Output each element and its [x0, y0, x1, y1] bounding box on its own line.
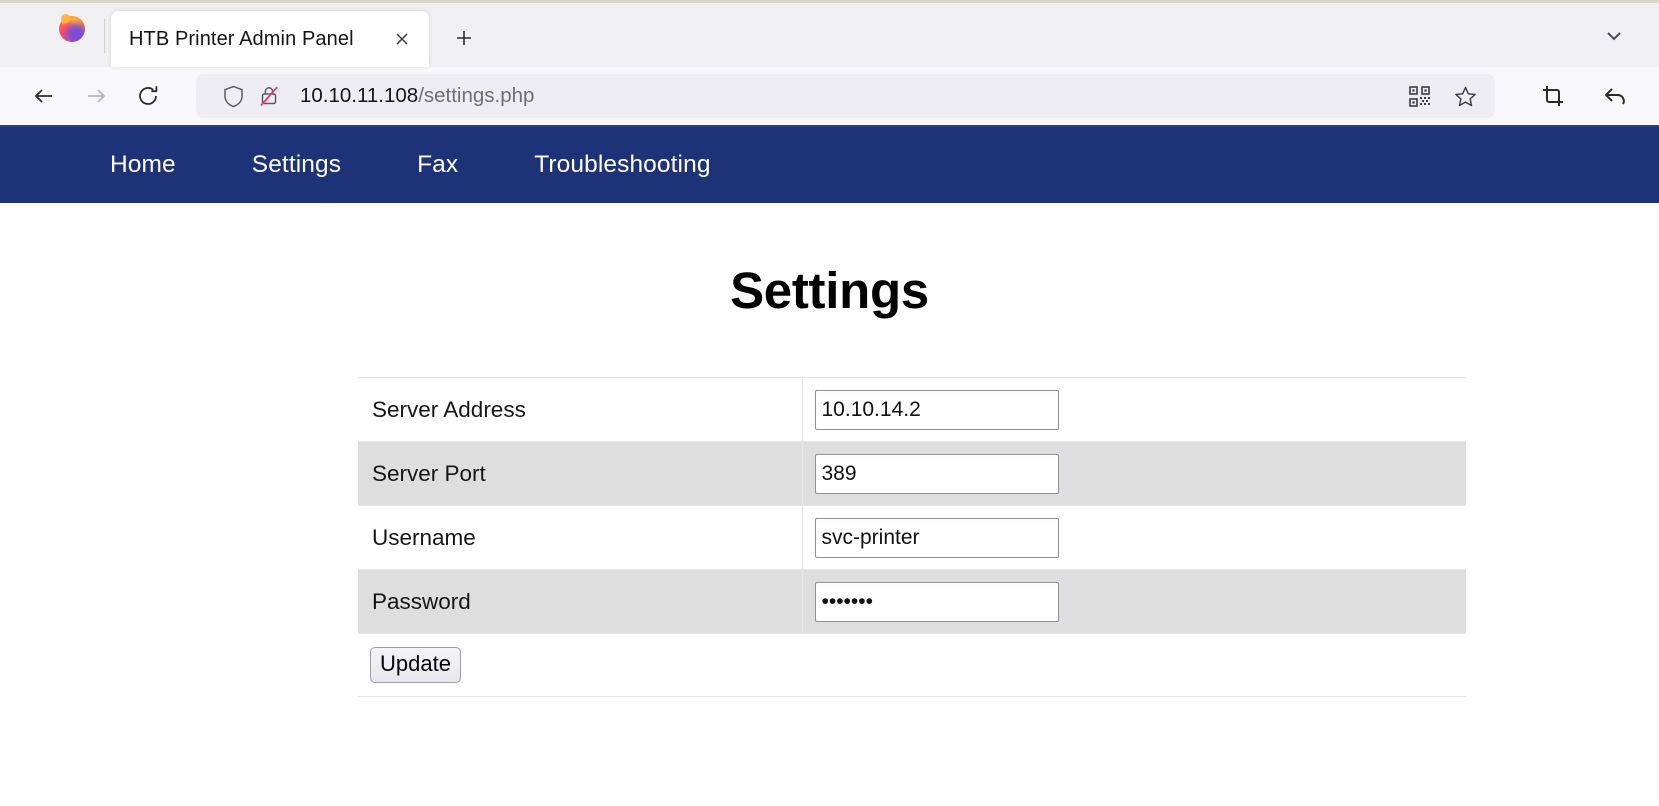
- new-tab-icon[interactable]: [443, 17, 485, 59]
- firefox-logo-icon: [40, 3, 104, 67]
- bookmark-star-icon[interactable]: [1445, 76, 1485, 116]
- table-row: Server Port: [358, 441, 1466, 506]
- nav-link-troubleshooting[interactable]: Troubleshooting: [534, 151, 710, 179]
- qr-code-icon[interactable]: [1399, 76, 1439, 116]
- server-address-input[interactable]: [814, 389, 1059, 430]
- page-title: Settings: [730, 262, 929, 319]
- password-input[interactable]: [814, 581, 1059, 622]
- back-icon[interactable]: [18, 73, 70, 119]
- update-button[interactable]: Update: [370, 647, 461, 683]
- row-label: Password: [358, 569, 803, 634]
- nav-link-home[interactable]: Home: [110, 151, 176, 179]
- insecure-connection-icon[interactable]: [252, 84, 286, 108]
- url-path: /settings.php: [418, 84, 535, 107]
- tabstrip-left-padding: [0, 3, 40, 67]
- chevron-down-icon[interactable]: [1591, 13, 1637, 59]
- forward-icon: [70, 73, 122, 119]
- undo-arrow-icon[interactable]: [1589, 73, 1641, 119]
- url-bar[interactable]: 10.10.11.108/settings.php: [196, 74, 1495, 118]
- tab-title: HTB Printer Admin Panel: [129, 27, 354, 50]
- page-content: Home Settings Fax Troubleshooting Settin…: [0, 127, 1659, 740]
- tab-strip: HTB Printer Admin Panel: [0, 0, 1659, 67]
- browser-window: HTB Printer Admin Panel 10.10.11.108/set…: [0, 0, 1659, 806]
- username-input[interactable]: [814, 517, 1059, 558]
- site-navigation: Home Settings Fax Troubleshooting: [0, 127, 1659, 203]
- close-icon[interactable]: [389, 26, 415, 52]
- row-field: [802, 377, 1466, 442]
- screenshot-crop-icon[interactable]: [1527, 73, 1579, 119]
- tab-separator: [104, 19, 105, 53]
- submit-cell: Update: [358, 633, 1466, 697]
- server-port-input[interactable]: [814, 453, 1059, 494]
- url-host: 10.10.11.108: [300, 84, 419, 107]
- reload-icon[interactable]: [122, 73, 174, 119]
- nav-link-fax[interactable]: Fax: [417, 151, 458, 179]
- browser-toolbar: 10.10.11.108/settings.php: [0, 67, 1659, 127]
- url-bar-icons: [1399, 76, 1485, 116]
- row-field: [802, 569, 1466, 634]
- table-row: Server Address: [358, 377, 1466, 442]
- table-row: Password: [358, 569, 1466, 634]
- row-label: Username: [358, 505, 803, 570]
- row-label: Server Address: [358, 377, 803, 442]
- row-label: Server Port: [358, 441, 803, 506]
- table-row-actions: Update: [358, 633, 1466, 697]
- settings-form-table: Server Address Server Port Username: [358, 377, 1466, 697]
- row-field: [802, 505, 1466, 570]
- table-row: Username: [358, 505, 1466, 570]
- row-field: [802, 441, 1466, 506]
- browser-tab[interactable]: HTB Printer Admin Panel: [111, 11, 429, 67]
- tracking-protection-shield-icon[interactable]: [218, 85, 248, 108]
- url-text: 10.10.11.108/settings.php: [300, 84, 1399, 108]
- toolbar-extras: [1527, 73, 1641, 119]
- nav-link-settings[interactable]: Settings: [252, 151, 341, 179]
